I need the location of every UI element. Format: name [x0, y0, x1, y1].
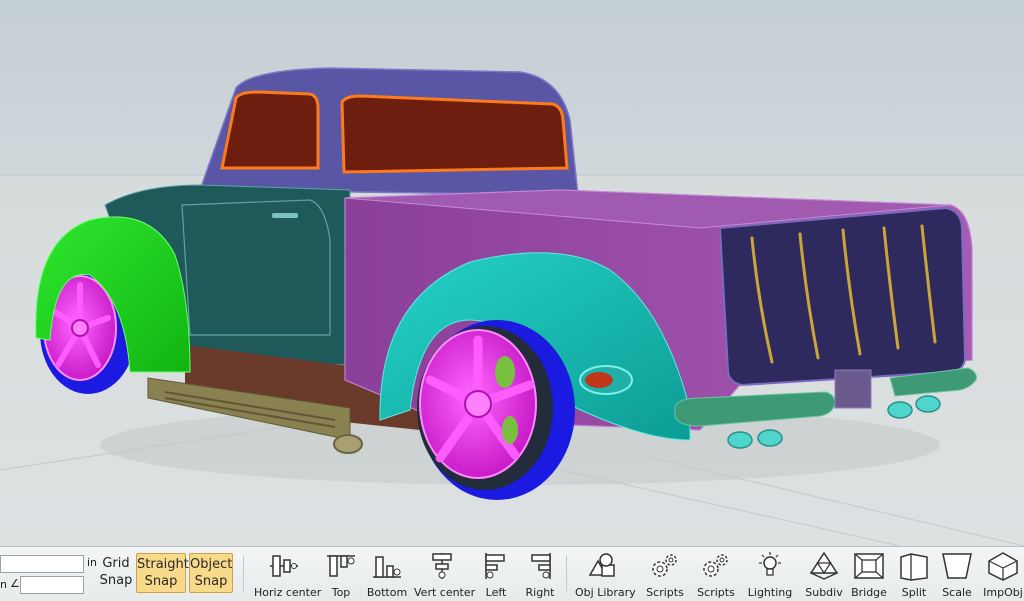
- grid-snap-button[interactable]: Grid Snap: [98, 555, 134, 589]
- dimension-field[interactable]: [0, 555, 84, 573]
- scripts-gears-icon: [652, 554, 677, 577]
- align-right-icon: [531, 553, 551, 579]
- tool-label: Right: [525, 586, 555, 599]
- rear-window: [340, 94, 569, 174]
- vert-center-icon: [432, 553, 452, 579]
- align-bottom-button[interactable]: Bottom: [367, 551, 407, 599]
- side-window: [220, 90, 320, 170]
- split-button[interactable]: Split: [897, 551, 931, 599]
- rear-hub: [464, 390, 492, 418]
- tool-label: Obj Library: [575, 586, 636, 599]
- align-top-button[interactable]: Top: [324, 551, 358, 599]
- angle-unit-prefix: n: [0, 578, 7, 591]
- import-object-icon: [988, 552, 1018, 581]
- tool-label: Horiz center: [254, 586, 322, 599]
- tool-label: Scripts: [697, 586, 735, 599]
- split-icon: [900, 553, 928, 581]
- scale-button[interactable]: Scale: [940, 551, 974, 599]
- scripts-button-2[interactable]: Scripts: [697, 551, 735, 599]
- front-hub: [71, 319, 89, 337]
- bridge-button[interactable]: Bridge: [851, 551, 887, 599]
- horiz-center-button[interactable]: Horiz center: [254, 551, 321, 599]
- unit-label: in: [87, 556, 98, 569]
- exhaust-tip-left: [333, 434, 363, 454]
- tail-light-lens: [585, 372, 613, 388]
- align-bottom-icon: [373, 556, 401, 578]
- straight-snap-label-2: Snap: [144, 574, 178, 589]
- tool-label: ImpObj: [983, 586, 1023, 599]
- angle-icon: ∠: [10, 577, 20, 590]
- subdiv-button[interactable]: Subdiv: [805, 551, 843, 599]
- align-left-button[interactable]: Left: [482, 551, 510, 599]
- object-library-icon: [588, 553, 615, 577]
- tool-label: Bottom: [366, 586, 408, 599]
- horiz-center-icon: [270, 555, 298, 577]
- truck-3d-scene[interactable]: [0, 0, 1024, 546]
- 3d-viewport[interactable]: [0, 0, 1024, 546]
- align-top-icon: [327, 555, 355, 577]
- tool-label: Vert center: [414, 586, 476, 599]
- grid-snap-label-2: Snap: [99, 573, 133, 588]
- scripts-button-1[interactable]: Scripts: [646, 551, 684, 599]
- license-plate: [834, 369, 872, 409]
- door-handle: [272, 213, 298, 218]
- angle-field[interactable]: [20, 576, 84, 594]
- grid-snap-label-1: Grid: [102, 556, 130, 571]
- toolbar-divider: [566, 555, 567, 593]
- object-snap-label-1: Object: [190, 557, 233, 572]
- import-object-button[interactable]: ImpObj: [983, 551, 1023, 599]
- align-left-icon: [485, 553, 505, 579]
- tool-label: Left: [485, 586, 507, 599]
- align-right-button[interactable]: Right: [526, 551, 554, 599]
- straight-snap-label-1: Straight: [137, 557, 189, 572]
- tool-label: Lighting: [747, 586, 793, 599]
- subdivide-icon: [809, 551, 839, 580]
- straight-snap-button[interactable]: Straight Snap: [136, 553, 189, 593]
- obj-library-button[interactable]: Obj Library: [575, 551, 636, 599]
- vert-center-button[interactable]: Vert center: [414, 551, 475, 599]
- object-snap-label-2: Snap: [194, 574, 228, 589]
- lightbulb-icon: [759, 552, 781, 576]
- lighting-button[interactable]: Lighting: [748, 551, 792, 599]
- tool-label: Scripts: [646, 586, 684, 599]
- bridge-icon: [854, 553, 884, 579]
- scripts-gears-icon: [703, 554, 728, 577]
- object-snap-button[interactable]: Object Snap: [189, 553, 233, 593]
- bottom-toolbar: in n ∠ Grid Snap Straight Snap Object Sn…: [0, 546, 1024, 601]
- toolbar-divider: [243, 555, 244, 593]
- scale-icon: [942, 553, 972, 579]
